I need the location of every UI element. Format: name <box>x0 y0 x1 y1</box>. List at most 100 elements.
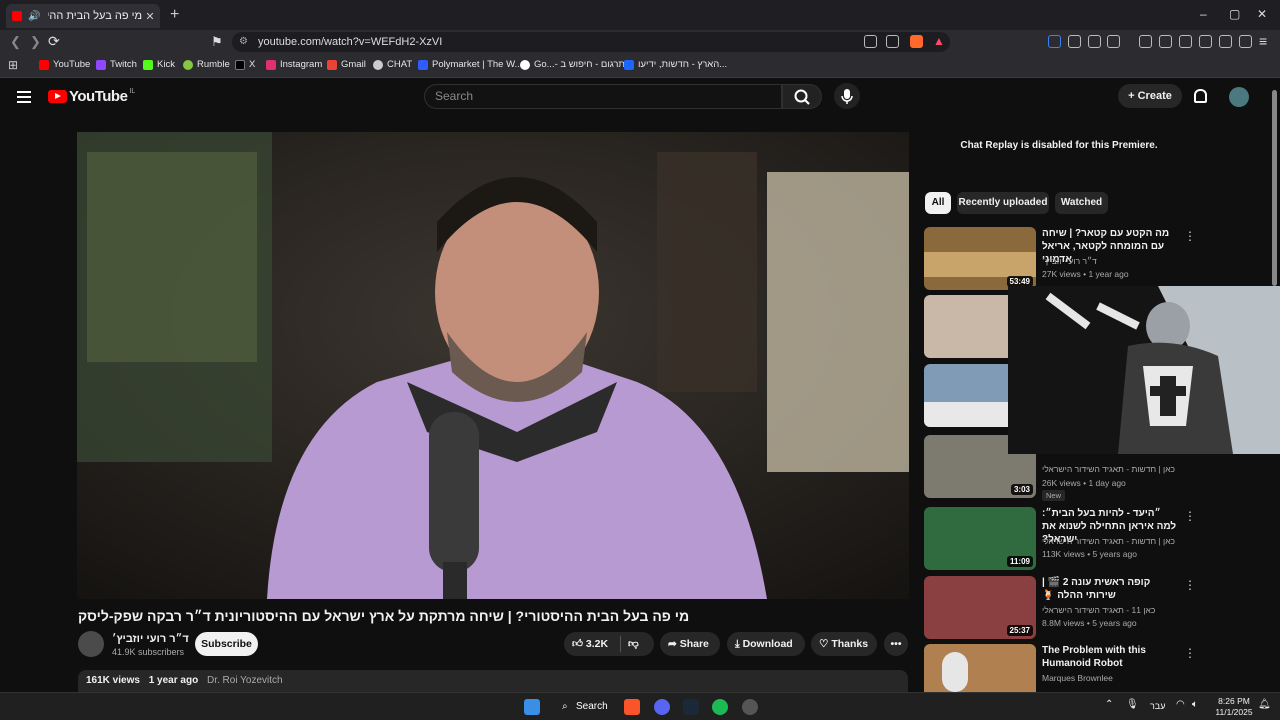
music-icon[interactable] <box>1159 35 1172 48</box>
volume-icon[interactable]: 🔈︎ <box>1192 699 1198 710</box>
bookmark-polymarket[interactable]: Polymarket | The W... <box>418 59 522 70</box>
cast-icon[interactable] <box>864 35 877 48</box>
extension-audio-icon[interactable] <box>1048 35 1061 48</box>
spotify-icon[interactable] <box>712 699 728 715</box>
bookmark-gmail[interactable]: Gmail <box>327 59 366 70</box>
rumble-icon <box>183 59 193 70</box>
more-options-icon[interactable]: ⋮ <box>1184 229 1196 243</box>
channel-name[interactable]: ד״ר רועי יוזביץ׳ <box>112 633 189 645</box>
bookmark-x[interactable]: X <box>235 59 255 70</box>
microphone-tray-icon[interactable]: 🎙︎ <box>1126 699 1139 710</box>
share-page-icon[interactable] <box>886 35 899 48</box>
bookmark-google-translate[interactable]: Go...- תרגום - חיפוש ב <box>520 59 625 70</box>
recommended-video[interactable]: 11:09 ״היעד - להיות בעל הבית״: למה איראן… <box>924 507 1196 573</box>
site-settings-icon[interactable]: ⚙ <box>239 32 248 52</box>
hamburger-menu-icon[interactable] <box>17 91 31 103</box>
more-options-icon[interactable]: ⋮ <box>1184 578 1196 592</box>
brave-rewards-icon[interactable]: ▲ <box>933 34 945 48</box>
leo-ai-icon[interactable] <box>1219 35 1232 48</box>
browser-tab[interactable]: 🔊 מי פה בעל הבית ההיסטורי? | ✕ <box>6 4 160 28</box>
video-player[interactable] <box>77 132 909 599</box>
discord-icon[interactable] <box>654 699 670 715</box>
search-input[interactable]: Search <box>424 84 782 109</box>
wallet-icon[interactable] <box>1107 35 1120 48</box>
vpn-icon[interactable] <box>1239 35 1252 48</box>
chatgpt-taskbar-icon[interactable] <box>742 699 758 715</box>
taskbar-clock[interactable]: 8:26 PM 11/1/2025 <box>1212 696 1256 718</box>
steam-icon[interactable] <box>683 699 699 715</box>
view-count: 161K views <box>86 675 140 686</box>
speaker-icon[interactable]: 🔊 <box>28 11 40 22</box>
account-avatar[interactable] <box>1229 87 1249 107</box>
bookmark-youtube[interactable]: YouTube <box>39 59 90 70</box>
close-window-button[interactable]: ✕ <box>1257 7 1267 21</box>
search-button[interactable] <box>782 84 822 109</box>
sidebar-icon[interactable] <box>1179 35 1192 48</box>
google-icon <box>520 59 530 70</box>
download-icon: ⤓ <box>735 638 743 650</box>
video-thumbnail[interactable] <box>924 644 1036 692</box>
voice-search-button[interactable] <box>834 83 860 109</box>
subscribe-button[interactable]: Subscribe <box>195 632 258 656</box>
bookmark-chat[interactable]: CHAT <box>373 59 412 70</box>
bookmark-kick[interactable]: Kick <box>143 59 175 70</box>
wallet-panel-icon[interactable] <box>1199 35 1212 48</box>
chip-watched[interactable]: Watched <box>1055 192 1108 214</box>
video-frame <box>77 132 909 599</box>
more-options-icon[interactable]: ⋮ <box>1184 646 1194 660</box>
x-icon <box>235 59 245 70</box>
share-button[interactable]: ➦ Share <box>660 632 720 656</box>
channel-avatar[interactable] <box>78 631 104 657</box>
more-actions-button[interactable]: ••• <box>884 632 908 656</box>
bookmark-rumble[interactable]: Rumble <box>183 59 230 70</box>
thumbs-down-icon: 👎︎ <box>628 638 639 650</box>
reload-icon[interactable]: ⟳ <box>48 33 60 50</box>
shield-icon[interactable] <box>1068 35 1081 48</box>
forward-icon[interactable]: ❯ <box>30 34 41 50</box>
browser-tab-bar: 🔊 מי פה בעל הבית ההיסטורי? | ✕ + – ▢ ✕ <box>0 0 1280 30</box>
bookmark-instagram[interactable]: Instagram <box>266 59 322 70</box>
sidebar-scrollbar[interactable] <box>1272 90 1277 286</box>
video-thumbnail[interactable]: 53:49 <box>924 227 1036 290</box>
input-language[interactable]: עבר <box>1150 701 1165 711</box>
back-icon[interactable]: ❮ <box>10 34 21 50</box>
url-field[interactable]: ⚙ youtube.com/watch?v=WEFdH2-XzVI <box>232 32 950 52</box>
tab-close-icon[interactable]: ✕ <box>142 10 158 23</box>
recommended-video[interactable]: 53:49 מה הקטע עם קטאר? | שיחה עם המומחה … <box>924 227 1196 293</box>
chip-all[interactable]: All <box>925 192 951 214</box>
download-button[interactable]: ⤓ Download <box>727 632 805 656</box>
bookmark-haaretz[interactable]: הארץ - חדשות, ידיעו... <box>624 59 727 70</box>
description-box[interactable]: 161K views 1 year ago Dr. Roi Yozevitch <box>78 670 908 692</box>
recommended-video[interactable]: 25:37 קופה ראשית עונה 2 🎬 | שירותי ההלה … <box>924 576 1196 642</box>
extensions-icon[interactable] <box>1088 35 1101 48</box>
maximize-button[interactable]: ▢ <box>1229 7 1240 21</box>
windows-start-icon[interactable] <box>524 699 540 715</box>
thanks-button[interactable]: ♡ Thanks <box>811 632 877 656</box>
new-tab-button[interactable]: + <box>170 6 179 24</box>
bookmark-icon[interactable]: ⚑ <box>211 34 223 50</box>
notifications-bell-icon[interactable] <box>1194 89 1207 103</box>
create-button[interactable]: + Create <box>1118 84 1182 108</box>
taskbar-search[interactable]: ⌕ Search <box>556 697 608 717</box>
menu-icon[interactable]: ≡ <box>1259 33 1267 49</box>
bookmark-twitch[interactable]: Twitch <box>96 59 137 70</box>
more-options-icon[interactable]: ⋮ <box>1184 509 1196 523</box>
tray-overflow-icon[interactable]: ⌃ <box>1105 699 1113 710</box>
download-icon[interactable] <box>1139 35 1152 48</box>
dislike-button[interactable]: 👎︎ <box>628 632 639 656</box>
youtube-logo[interactable]: YouTube IL <box>48 88 135 105</box>
notification-icon[interactable]: 🔔︎ <box>1258 699 1271 710</box>
chatgpt-icon <box>373 59 383 70</box>
brave-browser-icon[interactable] <box>624 699 640 715</box>
apps-grid-icon[interactable]: ⊞ <box>8 58 18 72</box>
video-thumbnail[interactable]: 25:37 <box>924 576 1036 639</box>
divider <box>620 636 621 652</box>
brave-shields-icon[interactable] <box>910 35 923 48</box>
minimize-button[interactable]: – <box>1200 7 1207 21</box>
wifi-icon[interactable]: ◠ <box>1176 699 1185 710</box>
like-button[interactable]: 👍︎ 3.2K <box>572 632 608 656</box>
video-thumbnail[interactable]: 11:09 <box>924 507 1036 570</box>
recommended-video[interactable]: The Problem with this Humanoid Robot Mar… <box>924 644 1194 692</box>
microphone-icon <box>841 89 853 104</box>
chip-recently-uploaded[interactable]: Recently uploaded <box>957 192 1049 214</box>
